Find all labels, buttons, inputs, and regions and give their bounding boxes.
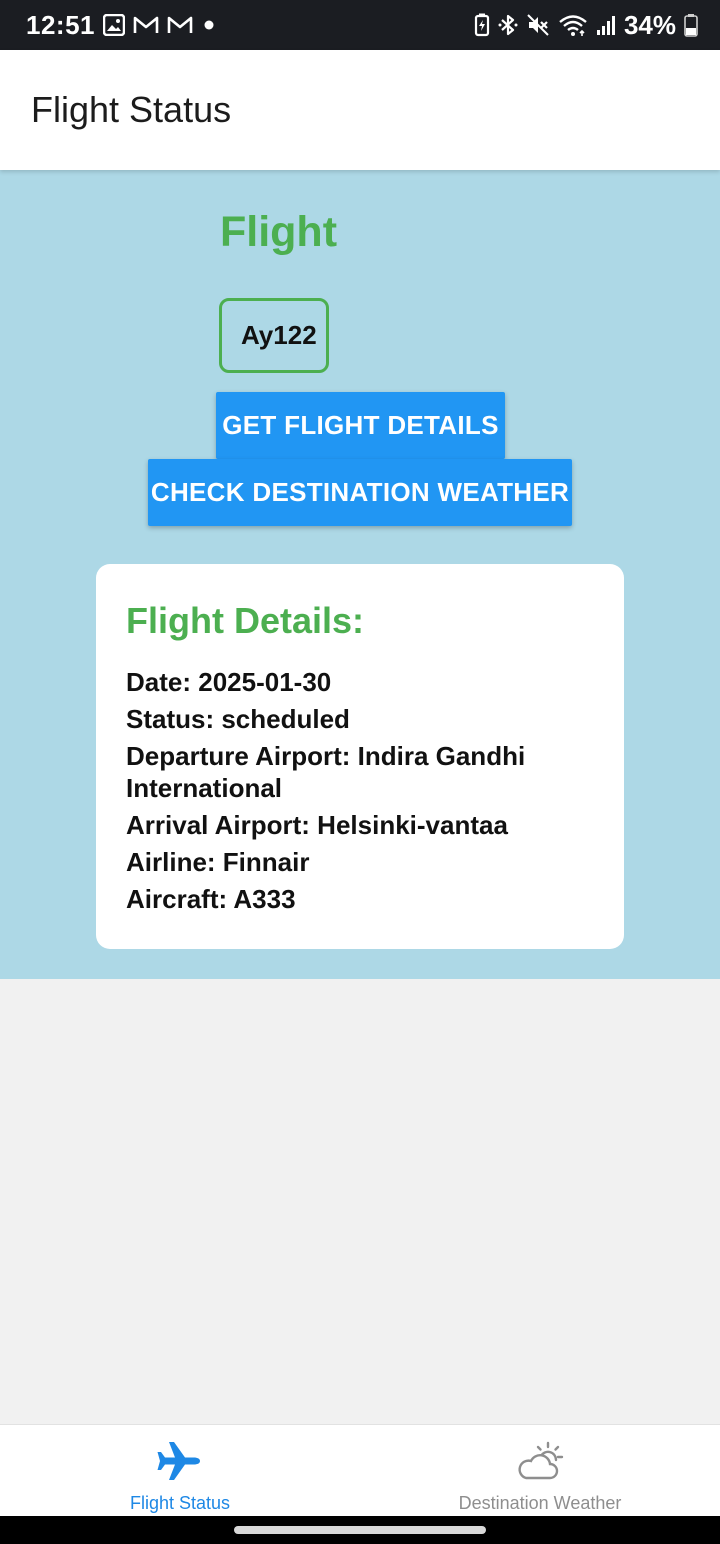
- battery-percent: 34%: [623, 9, 676, 40]
- detail-departure-airport: Departure Airport: Indira Gandhi Interna…: [126, 741, 526, 803]
- status-bar-right: 34%: [474, 10, 698, 41]
- gesture-bar: [0, 1516, 720, 1544]
- detail-arrival-airport: Arrival Airport: Helsinki-vantaa: [126, 810, 508, 840]
- airplane-icon: [156, 1439, 204, 1483]
- tab-flight-status[interactable]: Flight Status: [0, 1425, 360, 1517]
- wifi-icon: [558, 12, 588, 38]
- flight-details-card: Flight Details: Date: 2025-01-30 Status:…: [96, 564, 624, 949]
- bluetooth-icon: [498, 12, 518, 38]
- gallery-icon: [103, 12, 125, 38]
- dot-icon: [201, 12, 217, 38]
- battery-icon: [684, 12, 698, 38]
- status-bar: 12:51 34%: [0, 0, 720, 50]
- gmail-icon: [167, 12, 193, 38]
- detail-aircraft: Aircraft: A333: [126, 884, 296, 914]
- flight-section-title: Flight: [220, 208, 338, 256]
- main-panel: Flight GET FLIGHT DETAILS CHECK DESTINAT…: [0, 170, 720, 979]
- detail-status: Status: scheduled: [126, 704, 350, 734]
- check-destination-weather-button[interactable]: CHECK DESTINATION WEATHER: [148, 459, 572, 526]
- status-bar-left: 12:51: [26, 10, 217, 41]
- gmail-icon: [133, 12, 159, 38]
- flight-details-heading: Flight Details:: [126, 600, 365, 641]
- tab-flight-status-label: Flight Status: [129, 1493, 231, 1513]
- detail-airline: Airline: Finnair: [126, 847, 310, 877]
- page-title: Flight Status: [31, 89, 232, 130]
- flight-number-input[interactable]: [219, 298, 329, 373]
- mute-icon: [526, 12, 550, 38]
- detail-date: Date: 2025-01-30: [126, 667, 332, 697]
- partly-cloudy-icon: [514, 1439, 566, 1483]
- app-bar: Flight Status: [0, 50, 720, 170]
- tab-destination-weather[interactable]: Destination Weather: [360, 1425, 720, 1517]
- status-time: 12:51: [26, 9, 95, 40]
- bottom-navigation: Flight Status Destination Weather: [0, 1424, 720, 1516]
- get-flight-details-button[interactable]: GET FLIGHT DETAILS: [216, 392, 505, 459]
- signal-icon: [596, 12, 616, 38]
- home-gesture-handle[interactable]: [234, 1526, 486, 1534]
- tab-destination-weather-label: Destination Weather: [458, 1493, 622, 1513]
- battery-saver-icon: [474, 12, 490, 38]
